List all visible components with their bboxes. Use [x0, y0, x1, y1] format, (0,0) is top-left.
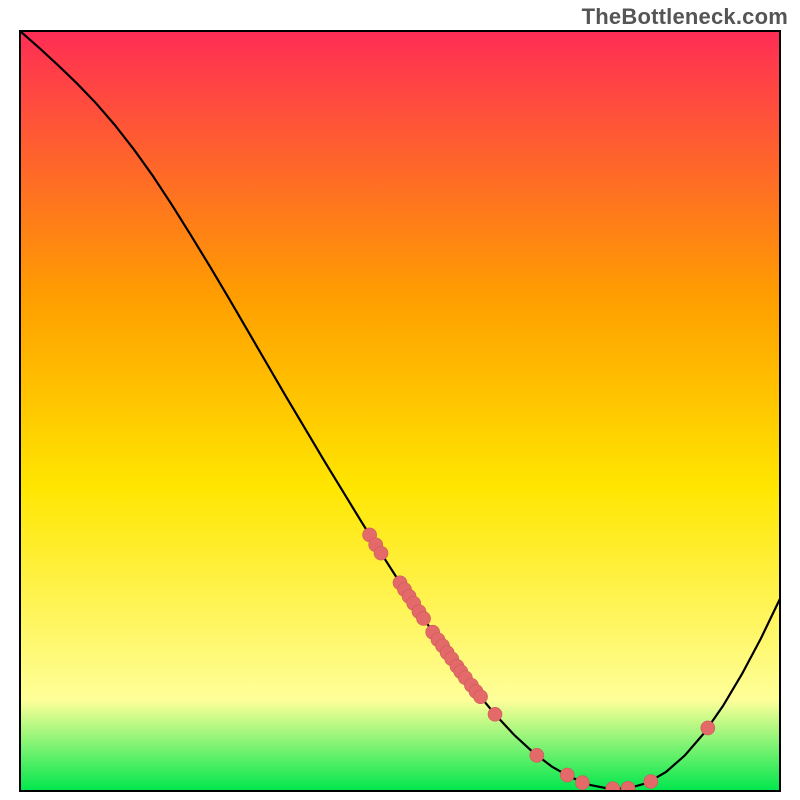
data-marker	[417, 611, 431, 625]
data-marker	[644, 775, 658, 789]
data-marker	[701, 721, 715, 735]
watermark-text: TheBottleneck.com	[582, 4, 788, 30]
chart-svg	[19, 30, 781, 792]
data-marker	[575, 776, 589, 790]
data-marker	[488, 707, 502, 721]
data-marker	[474, 690, 488, 704]
data-marker	[560, 768, 574, 782]
data-marker	[374, 546, 388, 560]
gradient-background	[20, 31, 780, 791]
chart-container: TheBottleneck.com	[0, 0, 800, 800]
data-marker	[530, 748, 544, 762]
